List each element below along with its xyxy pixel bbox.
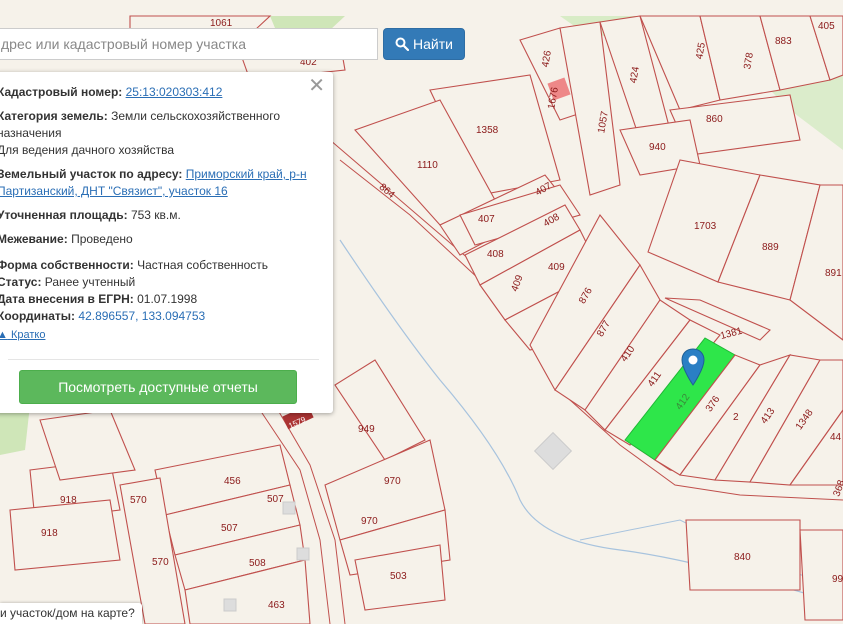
parcel-label: 1358 (476, 125, 499, 136)
survey-label: Межевание: (0, 232, 68, 246)
parcel-label: 1110 (417, 160, 438, 171)
status-label: Статус: (0, 275, 42, 289)
parcel-label: 408 (487, 249, 504, 260)
parcel-label: 503 (390, 571, 407, 582)
parcel-label: 970 (361, 516, 378, 527)
parcel-label: 570 (130, 495, 147, 506)
parcel-label: 463 (268, 600, 285, 611)
search-button-label: Найти (413, 36, 453, 52)
parcel-label: 864 (377, 182, 397, 201)
divider (8, 359, 319, 360)
parcel[interactable] (9, 499, 121, 571)
caret-up-icon: ▲ (0, 329, 8, 341)
coordinates-value: 42.896557, 133.094753 (78, 309, 206, 323)
ownership-value: Частная собственность (137, 258, 269, 272)
parcel-label: 507 (267, 494, 284, 505)
parcel-label: 889 (762, 242, 779, 253)
building (533, 431, 573, 471)
parcel-label: 2 (733, 412, 739, 423)
collapse-label: Кратко (10, 329, 46, 341)
close-icon[interactable]: ✕ (308, 76, 325, 96)
parcel-label: 570 (152, 557, 169, 568)
category-label: Категория земель: (0, 109, 108, 123)
parcel-label: 1703 (694, 221, 717, 232)
parcel-label: 44 (830, 432, 842, 443)
parcel-label: 840 (734, 552, 751, 563)
building (296, 547, 310, 561)
cadastral-label: Кадастровый номер: (0, 85, 123, 99)
land-usage: Для ведения дачного хозяйства (0, 143, 175, 157)
egrn-date-label: Дата внесения в ЕГРН: (0, 292, 134, 306)
survey-value: Проведено (71, 232, 133, 246)
area-label: Уточненная площадь: (0, 208, 128, 222)
map-marker-icon[interactable] (681, 348, 705, 386)
parcel-info-popup: ✕ Кадастровый номер: 25:13:020303:412 Ка… (0, 72, 333, 413)
address-link-line2[interactable]: Партизанский, ДНТ "Связист", участок 16 (0, 184, 228, 198)
address-link[interactable]: Приморский край, р-н (186, 167, 307, 181)
parcel-label: 949 (358, 424, 375, 435)
cadastral-number-link[interactable]: 25:13:020303:412 (126, 85, 223, 99)
parcel-label: 1381 (719, 326, 744, 342)
search-button[interactable]: Найти (383, 28, 465, 60)
parcel-label: 860 (706, 114, 723, 125)
parcel-label: 918 (41, 528, 58, 539)
egrn-date-value: 01.07.1998 (137, 292, 198, 306)
parcel-label: 99 (832, 574, 843, 585)
status-value: Ранее учтенный (44, 275, 136, 289)
parcel[interactable] (334, 359, 426, 461)
parcel-label: 407 (478, 214, 495, 225)
parcel-label: 883 (775, 36, 792, 47)
collapse-link[interactable]: ▲ Кратко (0, 327, 45, 344)
search-input[interactable] (0, 28, 378, 60)
parcel-label: 409 (548, 262, 565, 273)
view-reports-button[interactable]: Посмотреть доступные отчеты (19, 370, 297, 404)
parcel-label: 918 (60, 495, 77, 506)
parcel-label: 970 (384, 476, 401, 487)
address-label: Земельный участок по адресу: (0, 167, 183, 181)
parcel-label: 508 (249, 558, 266, 569)
building (223, 598, 237, 612)
parcel-label: 891 (825, 268, 842, 279)
parcel-label: 405 (818, 21, 835, 32)
building (282, 501, 296, 515)
parcel-label: 940 (649, 142, 666, 153)
bottom-hint[interactable]: и участок/дом на карте? (0, 603, 142, 624)
ownership-label: Форма собственности: (0, 258, 134, 272)
parcel-label: 456 (224, 476, 241, 487)
area-value: 753 кв.м. (130, 208, 181, 222)
search-icon (395, 37, 410, 51)
coordinates-label: Координаты: (0, 309, 76, 323)
parcel-label: 507 (221, 523, 238, 534)
